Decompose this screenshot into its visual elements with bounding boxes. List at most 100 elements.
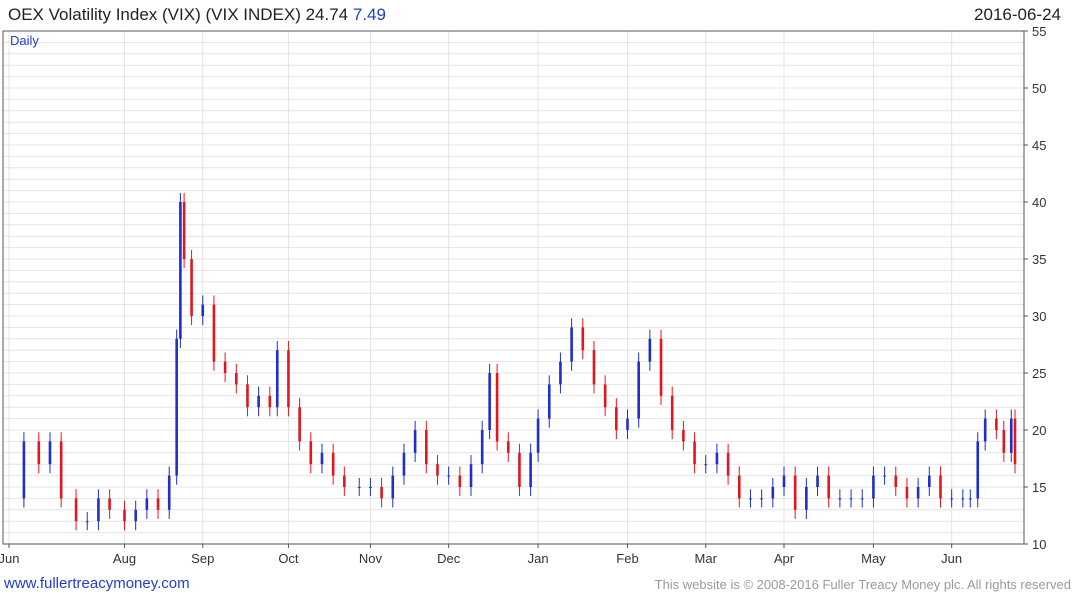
x-tick-label: Aug [113,551,136,566]
x-tick-label: Mar [695,551,718,566]
candle-body [1002,430,1006,453]
y-tick-label: 50 [1032,81,1046,96]
candle-body [287,350,290,408]
candle-body [547,384,551,419]
candle-body [223,361,227,373]
candle-body [760,498,763,500]
copyright-notice: This website is © 2008-2016 Fuller Treac… [654,577,1071,592]
candle-body [682,430,685,442]
candle-body [1013,418,1017,465]
candle-body [167,475,171,510]
candle-body [827,475,831,499]
candle-body [950,498,953,500]
candle-body [939,475,942,499]
x-tick-label: Sep [191,551,214,566]
candle-body [983,418,987,442]
candle-body [805,487,808,510]
candle-body [726,452,730,476]
candle-body [693,441,696,465]
candle-body [771,487,775,499]
x-tick-label: Feb [616,551,638,566]
candle-body [529,452,532,487]
candle-body [85,521,89,523]
y-tick-label: 35 [1032,252,1046,267]
y-tick-label: 40 [1032,195,1046,210]
candle-body [838,498,842,500]
candle-body [320,452,324,465]
candle-body [1009,418,1013,453]
candle-body [961,498,965,500]
candle-body [480,430,484,465]
vix-candlestick-chart: Daily 10 15 20 25 30 35 40 45 50 55 Jun Aug Sep Oct N… [0,24,1046,566]
candle-body [257,395,260,408]
y-axis: 10 15 20 25 30 35 40 45 50 55 [1024,24,1046,552]
candle-body [234,373,238,385]
candle-body [883,475,886,477]
candle-body [488,373,491,430]
candle-body [156,498,160,510]
y-tick-label: 45 [1032,138,1046,153]
candle-body [976,441,980,499]
candle-body [968,498,972,500]
y-tick-label: 10 [1032,537,1046,552]
candle-body [670,395,674,430]
candle-body [413,430,417,453]
candle-body [97,498,100,522]
candle-body [201,304,205,316]
candle-body [458,475,462,487]
candle-body [391,475,395,499]
x-tick-label: May [861,551,886,566]
candle-body [894,475,898,487]
candle-body [916,487,920,499]
candle-body [357,487,361,488]
candle-body [927,475,931,487]
y-tick-label: 30 [1032,309,1046,324]
candle-body [108,498,111,510]
x-axis: Jun Aug Sep Oct Nov Dec Jan Feb Mar Apr May Jun [0,544,962,566]
y-tick-label: 20 [1032,423,1046,438]
x-tick-label: Apr [774,551,795,566]
candle-body [737,475,741,499]
candle-body [380,487,383,499]
candle-body [212,304,216,362]
candle-body [615,407,618,430]
y-tick-label: 15 [1032,480,1046,495]
x-tick-label: Dec [437,551,461,566]
candle-body [246,384,249,408]
candle-body [179,202,182,339]
y-tick-label: 25 [1032,366,1046,381]
candle-body [59,441,63,499]
candle-body [518,452,521,487]
candle-body [298,407,301,442]
candle-body [704,464,708,466]
candle-body [506,441,510,453]
candle-body [603,384,607,408]
candle-body [175,338,178,476]
candle-body [495,373,499,442]
website-link[interactable]: www.fullertreacymoney.com [4,575,190,592]
candle-body [581,327,585,351]
x-tick-label: Jun [0,551,19,566]
candle-body [592,350,596,385]
candle-body [648,338,652,362]
candle-body [369,487,372,488]
x-tick-label: Jan [528,551,549,566]
candle-body [134,509,137,522]
candle-body [469,464,473,487]
candle-body [182,202,186,259]
candle-body [123,509,126,522]
candle-body [74,498,78,522]
grid-lines [3,30,1024,545]
candle-body [860,498,864,500]
candle-body [22,441,26,499]
candle-body [331,452,335,476]
candle-body [559,361,562,385]
candle-body [715,452,719,465]
candle-body [48,441,52,465]
candle-body [37,441,41,465]
candle-body [626,418,629,430]
candle-body [570,327,573,362]
candle-body [816,475,819,487]
candle-body [749,498,752,500]
candle-body [447,475,450,477]
